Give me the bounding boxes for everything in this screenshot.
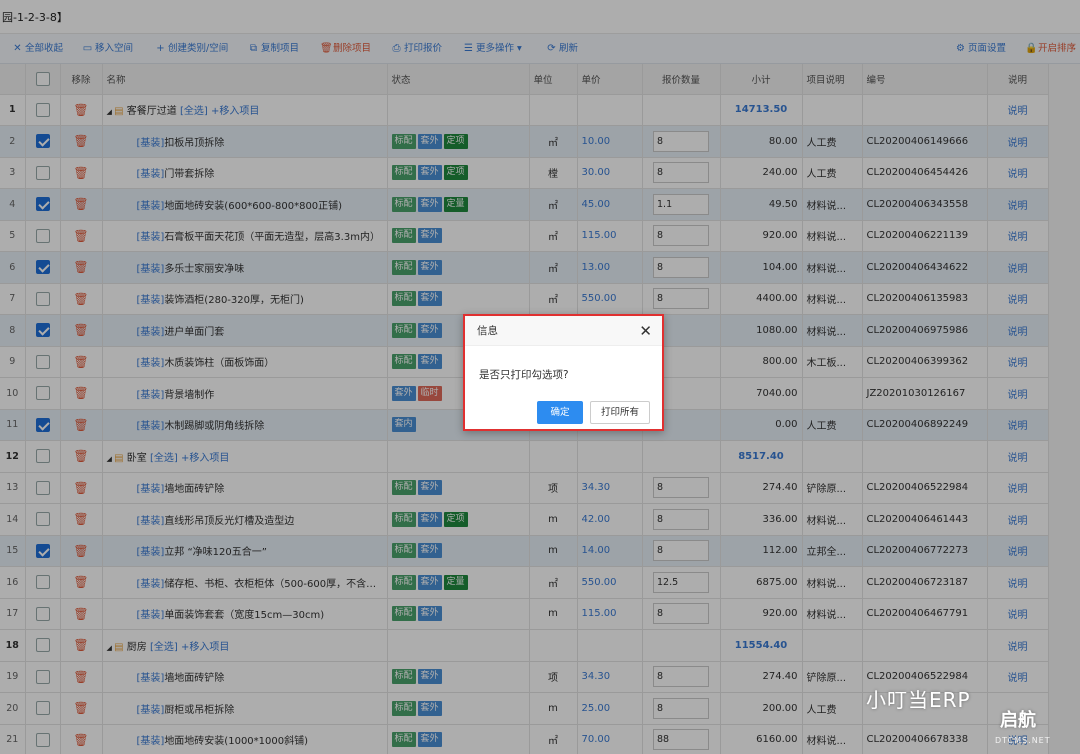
dialog-title: 信息: [465, 316, 662, 346]
watermark-logo: 启航: [1000, 710, 1036, 731]
close-icon[interactable]: ✕: [639, 322, 652, 340]
watermark-text: 小叮当ERP: [866, 688, 971, 712]
dialog-message: 是否只打印勾选项?: [479, 369, 569, 381]
confirm-button[interactable]: 确定: [537, 401, 583, 424]
print-confirm-dialog: 信息 ✕ 是否只打印勾选项? 确定 打印所有: [463, 314, 664, 431]
print-all-button[interactable]: 打印所有: [590, 401, 650, 424]
watermark-domain: DTCMS.NET: [995, 736, 1051, 745]
